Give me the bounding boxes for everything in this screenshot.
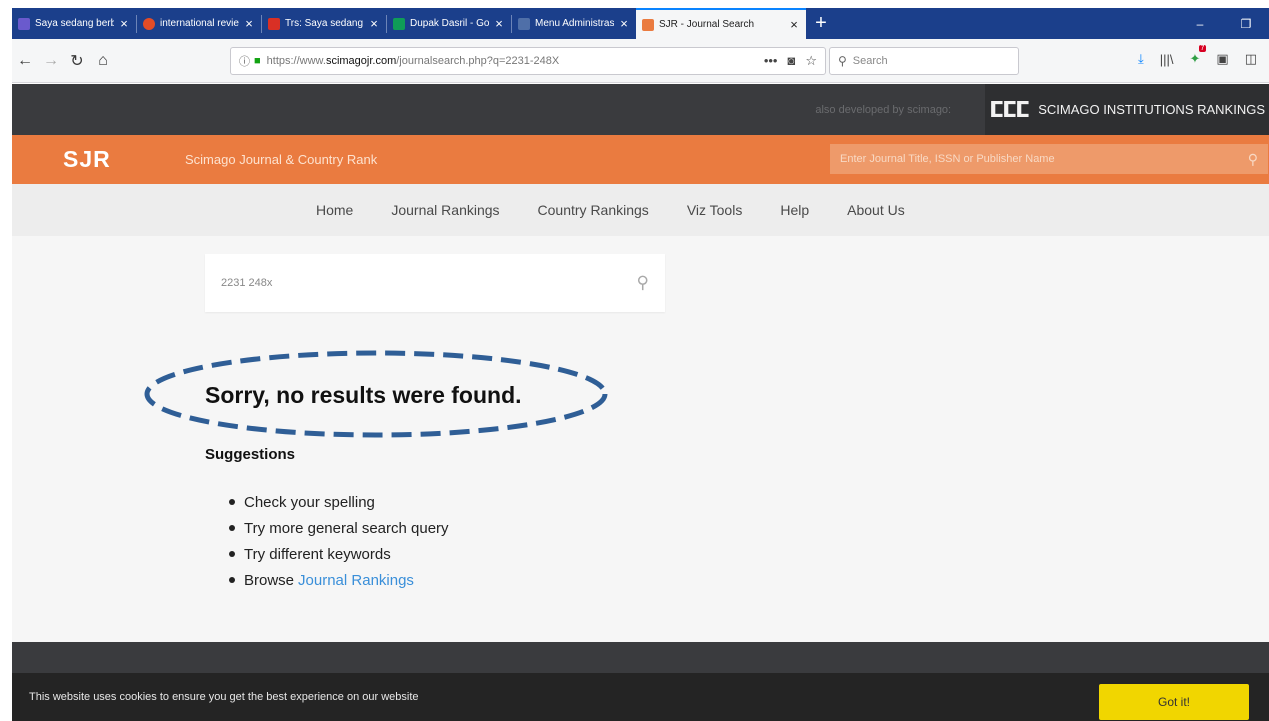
info-icon[interactable]: ⓘ [239, 53, 250, 69]
tab-title: SJR - Journal Search [659, 19, 755, 30]
browser-tab-bar: Saya sedang berbagi × international revi… [12, 8, 1269, 39]
journal-search-input[interactable]: 2231 248x ⚲ [205, 254, 665, 312]
tab-title: Dupak Dasril - Googl [410, 18, 489, 29]
suggestions-list: Check your spelling Try more general sea… [229, 489, 449, 593]
pocket-icon[interactable]: ◙ [787, 53, 795, 69]
header-search-placeholder: Enter Journal Title, ISSN or Publisher N… [840, 153, 1055, 165]
browser-tab[interactable]: international review of × [137, 8, 261, 39]
bullet-icon [229, 577, 235, 583]
back-arrow-icon[interactable]: ← [12, 52, 38, 70]
tab-favicon-icon [518, 17, 530, 30]
list-item: Try different keywords [229, 541, 449, 567]
tab-favicon-icon [268, 17, 280, 30]
browser-tab[interactable]: Trs: Saya sedang berbi × [262, 8, 386, 39]
browser-nav-bar: ← → ↻ ⌂ ⓘ ■ https://www. scimagojr.com/jo… [12, 39, 1269, 83]
bullet-icon [229, 499, 235, 505]
search-icon[interactable]: ⚲ [1248, 151, 1258, 168]
menu-item-help[interactable]: Help [780, 202, 809, 218]
url-path: /journalsearch.php?q=2231-248X [396, 55, 560, 67]
tab-title: international review of [160, 18, 239, 29]
minimize-icon[interactable]: – [1177, 17, 1223, 31]
suggestion-text: Browse [244, 571, 295, 589]
menu-item-viz-tools[interactable]: Viz Tools [687, 202, 743, 218]
page-actions-icon[interactable]: ••• [764, 53, 778, 69]
institutions-rankings-link[interactable]: ⵎⵎⵎ SCIMAGO INSTITUTIONS RANKINGS [985, 84, 1269, 135]
developed-by-text: also developed by scimago: [815, 103, 952, 116]
main-content: 2231 248x ⚲ Sorry, no results were found… [12, 236, 1269, 642]
bullet-icon [229, 525, 235, 531]
tab-favicon-icon [642, 18, 654, 31]
institution-pillars-icon: ⵎⵎⵎ [989, 96, 1030, 122]
header-search-input[interactable]: Enter Journal Title, ISSN or Publisher N… [830, 144, 1268, 174]
search-input-value: 2231 248x [221, 277, 273, 289]
cookie-accept-button[interactable]: Got it! [1099, 684, 1249, 720]
menu-item-country-rankings[interactable]: Country Rankings [538, 202, 649, 218]
site-name[interactable]: Scimago Journal & Country Rank [185, 152, 377, 167]
sidebar-icon[interactable]: ◫ [1245, 51, 1257, 67]
sjr-logo[interactable]: SJR [63, 146, 143, 173]
search-icon: ⚲ [838, 54, 847, 68]
tab-favicon-icon [393, 17, 405, 30]
url-host: scimagojr.com [325, 55, 397, 67]
tab-close-icon[interactable]: × [788, 17, 800, 32]
extension-badge: 7 [1198, 45, 1207, 52]
tab-close-icon[interactable]: × [493, 16, 505, 31]
url-prefix: https://www. [266, 55, 326, 67]
suggestion-text: Check your spelling [244, 493, 375, 511]
tab-title: Saya sedang berbagi [35, 18, 114, 29]
toolbar-icons: ⤓ |||\ ✦ 7 ▣ ◫ [1138, 45, 1257, 67]
cookie-message: This website uses cookies to ensure you … [29, 691, 419, 703]
cookie-banner: This website uses cookies to ensure you … [12, 673, 1269, 721]
site-top-header: also developed by scimago: ⵎⵎⵎ SCIMAGO I… [12, 84, 1269, 135]
left-margin [0, 0, 12, 721]
url-bar[interactable]: ⓘ ■ https://www. scimagojr.com/journalsea… [230, 47, 826, 75]
forward-arrow-icon[interactable]: → [38, 52, 64, 70]
list-item: Check your spelling [229, 489, 449, 515]
new-tab-plus-icon[interactable]: + [806, 8, 836, 39]
menu-item-about-us[interactable]: About Us [847, 202, 905, 218]
browser-search-placeholder: Search [852, 55, 888, 67]
window-controls: – ❐ [1177, 8, 1269, 39]
lock-icon[interactable]: ■ [254, 55, 261, 67]
tab-title: Menu Administrasi Si [535, 18, 614, 29]
home-icon[interactable]: ⌂ [90, 52, 116, 70]
tab-close-icon[interactable]: × [243, 16, 255, 31]
tab-favicon-icon [18, 17, 30, 30]
browser-search-bar[interactable]: ⚲ Search [829, 47, 1019, 75]
journal-rankings-link[interactable]: Journal Rankings [298, 572, 414, 589]
menu-item-home[interactable]: Home [316, 202, 353, 218]
suggestions-heading: Suggestions [205, 446, 296, 463]
download-icon[interactable]: ⤓ [1138, 51, 1144, 67]
institutions-label: SCIMAGO INSTITUTIONS RANKINGS [1038, 102, 1265, 117]
site-menu: Home Journal Rankings Country Rankings V… [12, 184, 1269, 236]
library-icon[interactable]: |||\ [1160, 52, 1174, 67]
browser-tab[interactable]: Dupak Dasril - Googl × [387, 8, 511, 39]
restore-icon[interactable]: ❐ [1223, 17, 1269, 31]
no-results-heading: Sorry, no results were found. [205, 382, 522, 408]
browser-tab[interactable]: Menu Administrasi Si × [512, 8, 636, 39]
tab-close-icon[interactable]: × [618, 16, 630, 31]
tab-close-icon[interactable]: × [118, 16, 130, 31]
suggestion-text: Try different keywords [244, 545, 391, 563]
search-icon[interactable]: ⚲ [637, 273, 649, 293]
bullet-icon [229, 551, 235, 557]
browser-tab[interactable]: Saya sedang berbagi × [12, 8, 136, 39]
screenshot-icon[interactable]: ▣ [1216, 51, 1228, 67]
site-brand-header: SJR Scimago Journal & Country Rank Enter… [12, 135, 1269, 184]
menu-item-journal-rankings[interactable]: Journal Rankings [391, 202, 499, 218]
extension-icon[interactable]: ✦ 7 [1190, 45, 1207, 67]
list-item: Try more general search query [229, 515, 449, 541]
bookmark-star-icon[interactable]: ☆ [805, 53, 817, 69]
url-actions: ••• ◙ ☆ [764, 53, 817, 69]
tab-favicon-icon [143, 17, 155, 30]
browser-tab-active[interactable]: SJR - Journal Search × [636, 8, 806, 39]
reload-icon[interactable]: ↻ [64, 51, 90, 71]
tab-title: Trs: Saya sedang berbi [285, 18, 364, 29]
list-item: Browse Journal Rankings [229, 567, 449, 593]
tab-close-icon[interactable]: × [368, 16, 380, 31]
suggestion-text: Try more general search query [244, 519, 449, 537]
